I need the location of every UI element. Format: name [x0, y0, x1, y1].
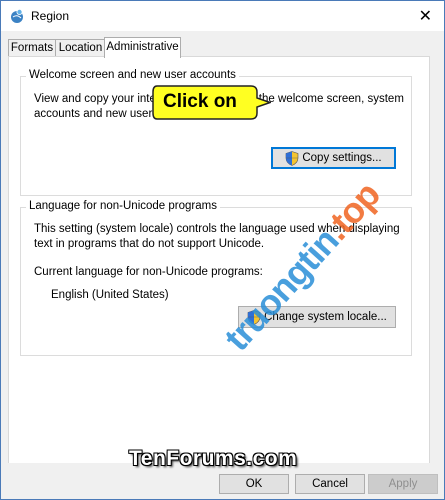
non-unicode-group-title: Language for non-Unicode programs: [26, 200, 220, 212]
window-title: Region: [31, 9, 70, 23]
copy-settings-button[interactable]: Copy settings...: [271, 147, 396, 169]
title-bar: Region ✕: [1, 1, 444, 31]
non-unicode-description-line2: text in programs that do not support Uni…: [34, 238, 265, 250]
current-language-label: Current language for non-Unicode program…: [34, 266, 263, 278]
click-on-text: Click on: [163, 91, 237, 112]
uac-shield-icon: [286, 150, 299, 166]
tab-formats[interactable]: Formats: [8, 39, 56, 57]
region-dialog: Region ✕ Formats Location Administrative…: [0, 0, 445, 500]
ok-button[interactable]: OK: [219, 474, 289, 494]
globe-icon: [11, 9, 23, 23]
tenforums-watermark: TenForums.com: [129, 447, 298, 470]
apply-button[interactable]: Apply: [368, 474, 438, 494]
cancel-button[interactable]: Cancel: [295, 474, 365, 494]
current-language-value: English (United States): [51, 289, 169, 301]
tab-location[interactable]: Location: [55, 39, 106, 57]
close-icon[interactable]: ✕: [419, 6, 432, 26]
copy-settings-label: Copy settings...: [302, 152, 382, 164]
tab-administrative[interactable]: Administrative: [104, 37, 181, 58]
welcome-group-title: Welcome screen and new user accounts: [26, 69, 239, 81]
